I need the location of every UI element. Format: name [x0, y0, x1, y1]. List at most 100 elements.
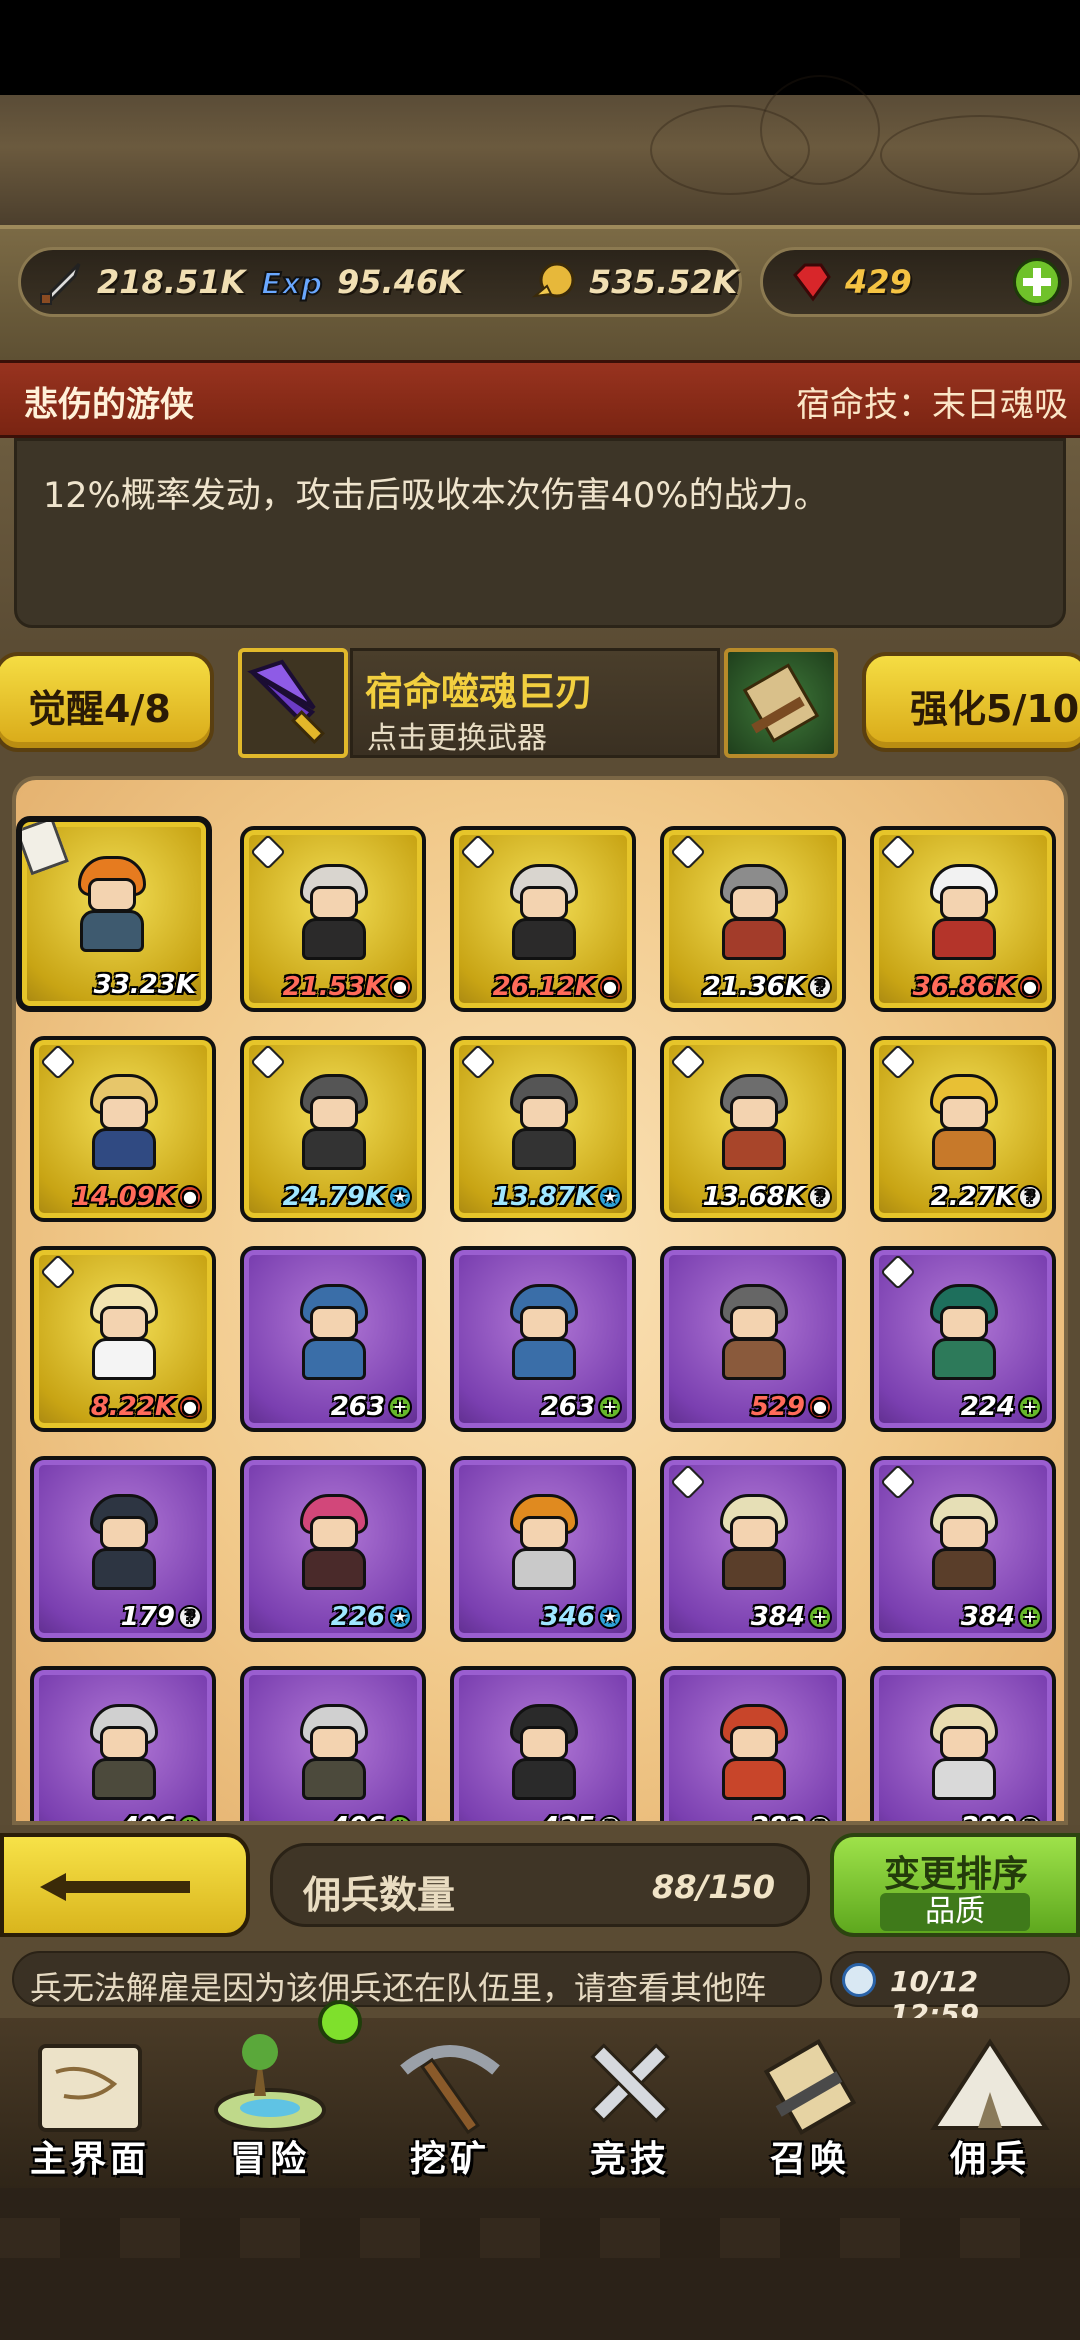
- map-background: [0, 75, 1080, 225]
- mercenary-card[interactable]: 263 +: [240, 1246, 426, 1432]
- mercenary-portrait: [292, 864, 376, 960]
- power-value: 33.23K: [93, 970, 196, 1000]
- mercenary-power: 224 +: [961, 1392, 1042, 1422]
- nav-main[interactable]: 主界面: [0, 2018, 180, 2188]
- mercenary-portrait: [502, 1074, 586, 1170]
- mercenary-portrait: [502, 1494, 586, 1590]
- description-area: 12%概率发动，攻击后吸收本次伤害40%的战力。: [0, 438, 1080, 648]
- sort-mode: 品质: [880, 1893, 1030, 1931]
- mercenary-power: 406+: [121, 1812, 202, 1821]
- mercenary-power: 36.86K ●: [913, 972, 1042, 1002]
- hero-banner: 悲伤的游侠 宿命技：末日魂吸: [0, 360, 1080, 438]
- mercenary-portrait: [292, 1074, 376, 1170]
- mercenary-portrait: [292, 1284, 376, 1380]
- power-value: 425: [541, 1812, 595, 1821]
- blue-status-badge-icon: ★: [388, 1185, 412, 1209]
- mercenary-card[interactable]: 406+: [240, 1666, 426, 1821]
- awaken-button[interactable]: 觉醒4/8: [0, 652, 214, 752]
- mercenary-card[interactable]: 406+: [30, 1666, 216, 1821]
- blue-status-badge-icon: ★: [598, 1185, 622, 1209]
- mercenary-power: 2.27K?: [931, 1182, 1042, 1212]
- mercenary-power: 425?: [541, 1812, 622, 1821]
- equipped-weapon-icon: [460, 834, 496, 870]
- fate-skill-label: 宿命技：末日魂吸: [796, 385, 1068, 425]
- nav-adventure[interactable]: 冒险: [180, 2018, 360, 2188]
- power-value: 529: [750, 1392, 805, 1422]
- mercenary-card[interactable]: 33.23K: [16, 816, 212, 1012]
- nav-mercenary[interactable]: 佣兵: [900, 2018, 1080, 2188]
- mercenary-card[interactable]: 425?: [450, 1666, 636, 1821]
- ticker-text: 兵无法解雇是因为该佣兵还在队伍里，请查看其他阵: [30, 1969, 767, 2007]
- nav-adventure-label: 冒险: [229, 2139, 310, 2180]
- green-status-badge-icon: +: [598, 1395, 622, 1419]
- add-ruby-button[interactable]: [1013, 258, 1061, 306]
- mercenary-card[interactable]: 263 +: [450, 1246, 636, 1432]
- mercenary-card[interactable]: 13.68K?: [660, 1036, 846, 1222]
- green-status-badge-icon: +: [178, 1815, 202, 1821]
- coin-icon: [531, 262, 575, 298]
- scroll-slot[interactable]: [724, 648, 838, 758]
- mercenary-card[interactable]: 384 +: [870, 1456, 1056, 1642]
- svg-text:Exp: Exp: [261, 267, 322, 302]
- nav-summon[interactable]: 召唤: [720, 2018, 900, 2188]
- mercenary-card[interactable]: 384 +: [660, 1456, 846, 1642]
- change-weapon-hint: 点击更换武器: [367, 721, 547, 756]
- equipped-weapon-icon: [880, 1464, 916, 1500]
- mercenary-card[interactable]: 346 ★: [450, 1456, 636, 1642]
- red-status-badge-icon: ●: [388, 975, 412, 999]
- mercenary-card[interactable]: 13.87K ★: [450, 1036, 636, 1222]
- resource-bar: 218.51K Exp 95.46K 535.52K 429: [0, 225, 1080, 360]
- mercenary-card[interactable]: 8.22K ●: [30, 1246, 216, 1432]
- equipped-weapon-icon: [460, 1044, 496, 1080]
- mercenary-power: 24.79K ★: [283, 1182, 412, 1212]
- exp-value: 95.46K: [337, 263, 464, 301]
- mercenary-portrait: [712, 1704, 796, 1800]
- mercenary-power: 226 ★: [331, 1602, 412, 1632]
- mercenary-card[interactable]: 21.53K ●: [240, 826, 426, 1012]
- mercenary-card[interactable]: 529 ●: [660, 1246, 846, 1432]
- mercenary-card[interactable]: 14.09K ●: [30, 1036, 216, 1222]
- mercenary-card[interactable]: 179?: [30, 1456, 216, 1642]
- nav-mercenary-label: 佣兵: [949, 2139, 1030, 2180]
- equipped-weapon-icon: [880, 1254, 916, 1290]
- mercenary-card[interactable]: 224 +: [870, 1246, 1056, 1432]
- power-value: 346: [540, 1602, 595, 1632]
- sort-button[interactable]: 变更排序 品质: [830, 1833, 1080, 1937]
- power-value: 24.79K: [282, 1182, 385, 1212]
- notification-dot: [318, 2000, 362, 2044]
- mercenary-card[interactable]: 280?: [870, 1666, 1056, 1821]
- equipped-weapon-icon: [880, 834, 916, 870]
- mercenary-power: 384 +: [961, 1602, 1042, 1632]
- count-value: 88/150: [651, 1868, 775, 1906]
- mercenary-card[interactable]: 26.12K ●: [450, 826, 636, 1012]
- weapon-slot[interactable]: [238, 648, 348, 758]
- nav-mining-label: 挖矿: [409, 2139, 490, 2180]
- gold-value: 535.52K: [589, 263, 738, 301]
- green-status-badge-icon: +: [1018, 1605, 1042, 1629]
- nav-arena[interactable]: 竞技: [540, 2018, 720, 2188]
- enhance-button[interactable]: 强化5/10: [862, 652, 1080, 752]
- mercenary-portrait: [712, 1284, 796, 1380]
- crossed-swords-icon: [590, 2043, 670, 2123]
- power-value: 21.53K: [282, 972, 385, 1002]
- power-value: 13.87K: [492, 1182, 595, 1212]
- mercenary-card[interactable]: 21.36K?: [660, 826, 846, 1012]
- mercenary-portrait: [922, 1284, 1006, 1380]
- mercenary-card[interactable]: 282?: [660, 1666, 846, 1821]
- mercenary-power: 13.68K?: [703, 1182, 832, 1212]
- mercenary-card[interactable]: 226 ★: [240, 1456, 426, 1642]
- nav-mining[interactable]: 挖矿: [360, 2018, 540, 2188]
- mercenary-card[interactable]: 2.27K?: [870, 1036, 1056, 1222]
- mercenary-portrait: [502, 864, 586, 960]
- green-status-badge-icon: +: [808, 1605, 832, 1629]
- mercenary-power: 529 ●: [751, 1392, 832, 1422]
- power-value: 21.36K: [702, 972, 805, 1002]
- mercenary-power: 346 ★: [541, 1602, 622, 1632]
- power-value: 36.86K: [912, 972, 1015, 1002]
- currency-panel: 218.51K Exp 95.46K 535.52K: [18, 247, 742, 317]
- mercenary-card[interactable]: 24.79K ★: [240, 1036, 426, 1222]
- mercenary-card[interactable]: 36.86K ●: [870, 826, 1056, 1012]
- mercenary-grid-frame: 33.23K 21.53K ● 26.12K ● 21.36K? 36.86K ● 14.09K…: [0, 770, 1080, 1825]
- back-button[interactable]: [0, 1833, 250, 1937]
- weapon-info-panel[interactable]: 宿命噬魂巨刃 点击更换武器: [350, 648, 720, 758]
